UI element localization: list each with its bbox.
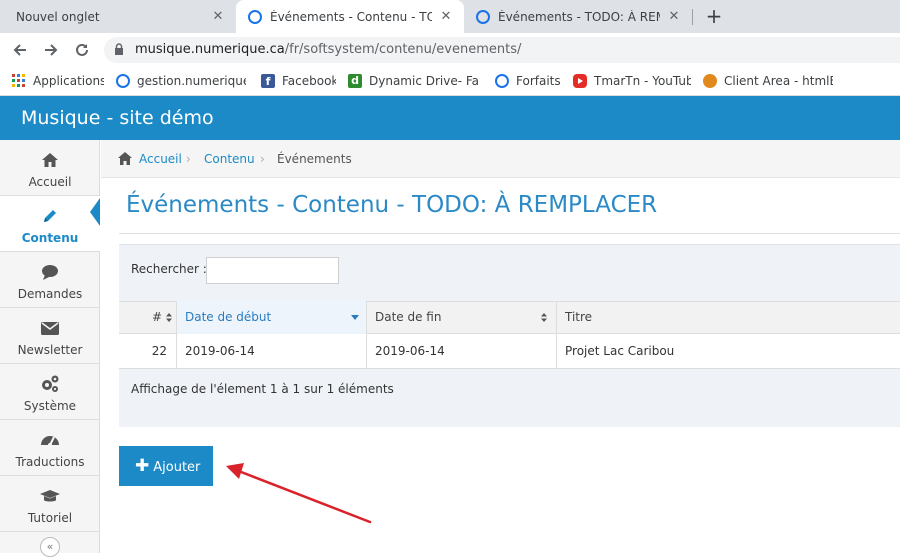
back-arrow-icon[interactable] xyxy=(9,39,31,61)
home-icon xyxy=(42,153,58,167)
add-button[interactable]: ✚ Ajouter xyxy=(119,446,213,486)
youtube-icon xyxy=(573,74,587,88)
cell-titre: Projet Lac Caribou xyxy=(565,344,675,358)
plus-icon: ✚ xyxy=(135,456,150,476)
breadcrumb-current: Événements xyxy=(277,152,352,166)
breadcrumb-contenu-link[interactable]: Contenu xyxy=(204,152,255,166)
tab-close-icon[interactable]: ✕ xyxy=(438,9,454,24)
bookmark-label: Dynamic Drive- Favic xyxy=(369,74,478,88)
sort-desc-icon xyxy=(351,315,359,320)
dashboard-icon xyxy=(41,436,59,447)
column-header-label: # xyxy=(151,310,162,324)
gears-icon xyxy=(42,375,59,392)
column-header-date-debut[interactable]: Date de début xyxy=(177,301,367,334)
sidebar-item-label: Accueil xyxy=(28,175,72,189)
bookmark-label: Facebook xyxy=(282,74,336,88)
sidebar-item-traductions[interactable]: Traductions xyxy=(0,420,100,476)
home-icon xyxy=(118,152,132,165)
bookmark-label: Forfaits xyxy=(516,74,560,88)
sidebar-item-label: Newsletter xyxy=(17,343,83,357)
search-input[interactable] xyxy=(206,257,339,284)
active-item-caret xyxy=(90,198,100,226)
url-host: musique.numerique.ca xyxy=(135,42,285,57)
tab-evenements[interactable]: Événements - TODO: À REMPLACER ✕ xyxy=(464,0,692,33)
cell-id: 22 xyxy=(119,334,177,369)
sidebar-item-tutoriel[interactable]: Tutoriel xyxy=(0,476,100,532)
sidebar-item-label: Système xyxy=(23,399,77,413)
sidebar-item-newsletter[interactable]: Newsletter xyxy=(0,308,100,364)
sort-both-icon xyxy=(541,313,547,322)
bookmark-applications[interactable]: Applications xyxy=(12,73,104,89)
add-button-label: Ajouter xyxy=(153,460,201,475)
apps-grid-icon xyxy=(12,74,26,88)
sidebar-item-accueil[interactable]: Accueil xyxy=(0,140,100,196)
sidebar-item-label: Tutoriel xyxy=(27,511,73,525)
facebook-icon: f xyxy=(261,74,275,88)
envelope-icon xyxy=(41,322,59,335)
annotation-arrow xyxy=(226,463,372,524)
site-icon xyxy=(495,74,509,88)
tab-evenements-contenu[interactable]: Événements - Contenu - TODO: À REMPLACER… xyxy=(236,0,464,33)
tab-close-icon[interactable]: ✕ xyxy=(666,9,682,24)
bookmark-forfaits[interactable]: Forfaits xyxy=(495,73,560,89)
breadcrumb-home-link[interactable]: Accueil xyxy=(139,152,182,166)
speech-bubble-icon xyxy=(42,265,58,280)
bookmark-dynamic-drive[interactable]: d Dynamic Drive- Favic xyxy=(348,73,478,89)
column-header-id[interactable]: # xyxy=(119,301,177,334)
column-header-label: Date de fin xyxy=(375,310,442,324)
sidebar-item-demandes[interactable]: Demandes xyxy=(0,252,100,308)
search-label: Rechercher : xyxy=(131,262,207,276)
cell-date-fin: 2019-06-14 xyxy=(367,334,557,369)
site-favicon-icon xyxy=(248,9,262,24)
sidebar-item-label: Traductions xyxy=(15,455,85,469)
breadcrumb-separator: › xyxy=(260,152,265,166)
tab-close-icon[interactable]: ✕ xyxy=(210,9,226,24)
sort-both-icon xyxy=(166,313,172,322)
bookmark-label: Applications xyxy=(33,74,104,88)
site-icon xyxy=(116,74,130,88)
sidebar-item-label: Contenu xyxy=(21,231,79,245)
url-text: musique.numerique.ca/fr/softsystem/conte… xyxy=(135,42,521,57)
breadcrumb-separator: › xyxy=(186,152,191,166)
bookmark-youtube[interactable]: TmarTn - YouTube xyxy=(573,73,691,89)
tab-title: Événements - TODO: À REMPLACER xyxy=(498,9,660,24)
bookmark-client-area[interactable]: Client Area - htmlBur xyxy=(703,73,833,89)
url-path: /fr/softsystem/contenu/evenements/ xyxy=(284,42,522,57)
table-info: Affichage de l'élement 1 à 1 sur 1 éléme… xyxy=(131,382,394,396)
tab-title: Événements - Contenu - TODO: À REMPLACER xyxy=(270,9,432,24)
bookmark-label: Client Area - htmlBur xyxy=(724,74,833,88)
tab-separator xyxy=(692,9,693,25)
app-title[interactable]: Musique - site démo xyxy=(21,107,214,129)
bookmark-gestion[interactable]: gestion.numerique.lo xyxy=(116,73,246,89)
cell-date-debut: 2019-06-14 xyxy=(177,334,367,369)
site-favicon-icon xyxy=(476,9,490,24)
sidebar-item-contenu[interactable]: Contenu xyxy=(0,196,100,252)
reload-icon[interactable] xyxy=(71,39,93,61)
column-header-label: Date de début xyxy=(185,310,272,324)
tab-new-tab[interactable]: Nouvel onglet ✕ xyxy=(0,0,236,33)
sidebar-item-systeme[interactable]: Système xyxy=(0,364,100,420)
sidebar-collapse-button[interactable]: « xyxy=(40,537,60,557)
column-header-label: Titre xyxy=(565,310,593,324)
bookmark-label: gestion.numerique.lo xyxy=(137,74,246,88)
pencil-icon xyxy=(44,210,56,222)
column-header-titre[interactable]: Titre xyxy=(557,301,900,334)
burger-icon xyxy=(703,74,717,88)
forward-arrow-icon[interactable] xyxy=(40,39,62,61)
page-title: Événements - Contenu - TODO: À REMPLACER xyxy=(126,192,658,218)
bookmark-label: TmarTn - YouTube xyxy=(594,74,691,88)
graduation-cap-icon xyxy=(40,490,60,502)
column-header-date-fin[interactable]: Date de fin xyxy=(367,301,557,334)
lock-icon xyxy=(115,43,123,55)
tab-title: Nouvel onglet xyxy=(16,9,100,24)
title-divider xyxy=(119,233,900,234)
dynamic-drive-icon: d xyxy=(348,74,362,88)
bookmark-facebook[interactable]: f Facebook xyxy=(261,73,336,89)
sidebar-item-label: Demandes xyxy=(17,287,83,301)
new-tab-button[interactable]: + xyxy=(703,6,725,28)
